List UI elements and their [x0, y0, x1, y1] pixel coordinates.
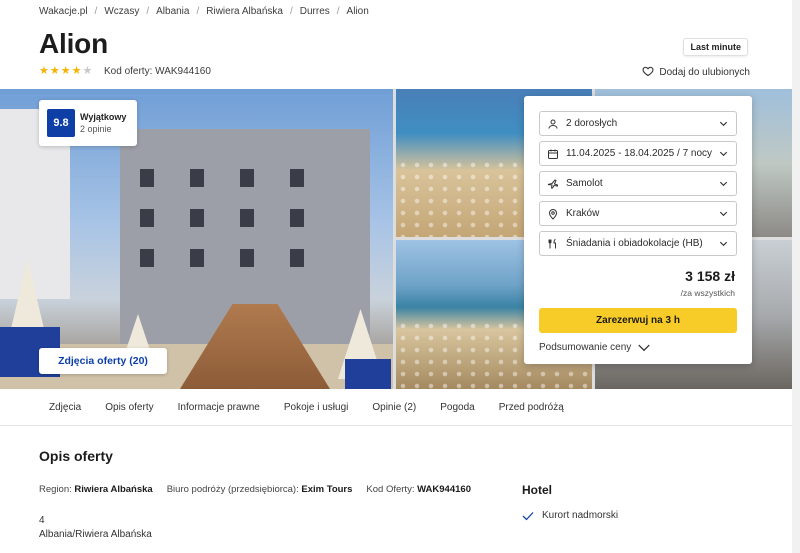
offer-photos-button[interactable]: Zdjęcia oferty (20) [39, 348, 167, 374]
chevron-down-icon [719, 151, 728, 157]
person-icon [547, 118, 559, 130]
breadcrumb-item-wczasy[interactable]: Wczasy [104, 6, 139, 17]
heart-icon [642, 65, 654, 80]
star-icon: ★ [82, 65, 93, 77]
price-total: 3 158 zł [685, 268, 735, 284]
breadcrumb-separator: / [146, 6, 150, 17]
rating-card[interactable]: 9.8 Wyjątkowy 2 opinie [39, 100, 137, 146]
window [140, 249, 154, 267]
window [140, 209, 154, 227]
rating-text: Wyjątkowy 2 opinie [80, 112, 126, 134]
calendar-icon [547, 148, 559, 160]
breadcrumb-item-hotel[interactable]: Alion [347, 6, 369, 17]
chevron-down-icon [719, 211, 728, 217]
window [290, 169, 304, 187]
agency-meta: Biuro podróży (przedsiębiorca): Exim Tou… [167, 484, 353, 495]
region-value: Riwiera Albańska [74, 484, 153, 495]
tab-before-travel[interactable]: Przed podróżą [499, 402, 564, 413]
breadcrumb-item-city[interactable]: Durres [300, 6, 330, 17]
breadcrumb-separator: / [94, 6, 98, 17]
region-label: Region: [39, 484, 72, 495]
dates-select[interactable]: 11.04.2025 - 18.04.2025 / 7 nocy [539, 141, 737, 166]
code-value: WAK944160 [417, 484, 471, 495]
rating-count: 2 opinie [80, 124, 112, 134]
code-label: Kod Oferty: [366, 484, 415, 495]
breadcrumb-item-home[interactable]: Wakacje.pl [39, 6, 88, 17]
board-select[interactable]: Śniadania i obiadokolacje (HB) [539, 231, 737, 256]
window [140, 169, 154, 187]
hotel-location: Albania/Riwiera Albańska [39, 529, 152, 540]
hotel-feature-label: Kurort nadmorski [542, 510, 619, 521]
star-icon: ★ [39, 65, 49, 77]
agency-value: Exim Tours [301, 484, 353, 495]
offer-meta: Region: Riwiera Albańska Biuro podróży (… [39, 484, 471, 495]
breadcrumb-item-country[interactable]: Albania [156, 6, 189, 17]
breadcrumb-separator: / [196, 6, 200, 17]
book-button[interactable]: Zarezerwuj na 3 h [539, 308, 737, 333]
hotel-features-title: Hotel [522, 483, 552, 497]
guests-value: 2 dorosłych [566, 118, 618, 129]
window [290, 249, 304, 267]
breadcrumb: Wakacje.pl / Wczasy / Albania / Riwiera … [39, 6, 369, 17]
breadcrumb-item-region[interactable]: Riwiera Albańska [206, 6, 283, 17]
departure-select[interactable]: Kraków [539, 201, 737, 226]
favorite-label: Dodaj do ulubionych [659, 67, 750, 78]
window [190, 249, 204, 267]
hotel-feature-item: Kurort nadmorski [522, 510, 618, 521]
breadcrumb-separator: / [336, 6, 340, 17]
last-minute-badge: Last minute [683, 38, 748, 56]
page-title: Alion [39, 28, 108, 59]
rating-score: 9.8 [47, 109, 75, 137]
chevron-down-icon [719, 241, 728, 247]
dates-value: 11.04.2025 - 18.04.2025 / 7 nocy [566, 148, 713, 159]
star-icon: ★ [49, 65, 60, 77]
tab-rooms-services[interactable]: Pokoje i usługi [284, 402, 348, 413]
section-tabs: Zdjęcia Opis oferty Informacje prawne Po… [0, 389, 792, 426]
transport-value: Samolot [566, 178, 603, 189]
transport-select[interactable]: Samolot [539, 171, 737, 196]
scrollbar[interactable] [792, 0, 800, 553]
window [290, 209, 304, 227]
window [240, 209, 254, 227]
booking-panel: 2 dorosłych 11.04.2025 - 18.04.2025 / 7 … [524, 96, 752, 364]
cutlery-icon [547, 238, 559, 250]
plane-icon [547, 178, 559, 190]
offer-code: Kod oferty: WAK944160 [104, 66, 211, 77]
description-title: Opis oferty [39, 448, 113, 464]
price-note: /za wszystkich [680, 288, 735, 298]
tab-reviews[interactable]: Opinie (2) [372, 402, 416, 413]
price-summary-label: Podsumowanie ceny [539, 342, 632, 353]
sun-lounger [345, 359, 391, 389]
departure-value: Kraków [566, 208, 600, 219]
tab-weather[interactable]: Pogoda [440, 402, 474, 413]
window [190, 169, 204, 187]
star-rating: ★ ★ ★ ★ ★ [39, 65, 92, 77]
tab-legal-info[interactable]: Informacje prawne [178, 402, 260, 413]
window [240, 249, 254, 267]
chevron-down-icon [638, 344, 650, 351]
window [190, 209, 204, 227]
window [240, 169, 254, 187]
location-pin-icon [547, 208, 559, 220]
tab-description[interactable]: Opis oferty [105, 402, 153, 413]
guests-select[interactable]: 2 dorosłych [539, 111, 737, 136]
price-summary-toggle[interactable]: Podsumowanie ceny [539, 342, 651, 353]
rating-label: Wyjątkowy [80, 112, 127, 122]
hotel-category-number: 4 [39, 515, 45, 526]
star-icon: ★ [71, 65, 82, 77]
chevron-down-icon [719, 181, 728, 187]
star-icon: ★ [60, 65, 71, 77]
code-meta: Kod Oferty: WAK944160 [366, 484, 471, 495]
add-to-favorites-button[interactable]: Dodaj do ulubionych [642, 65, 750, 80]
board-value: Śniadania i obiadokolacje (HB) [566, 238, 703, 249]
agency-label: Biuro podróży (przedsiębiorca): [166, 484, 299, 495]
tab-photos[interactable]: Zdjęcia [49, 402, 81, 413]
chevron-down-icon [719, 121, 728, 127]
checkmark-icon [522, 511, 534, 520]
breadcrumb-separator: / [289, 6, 293, 17]
region-meta: Region: Riwiera Albańska [39, 484, 153, 495]
